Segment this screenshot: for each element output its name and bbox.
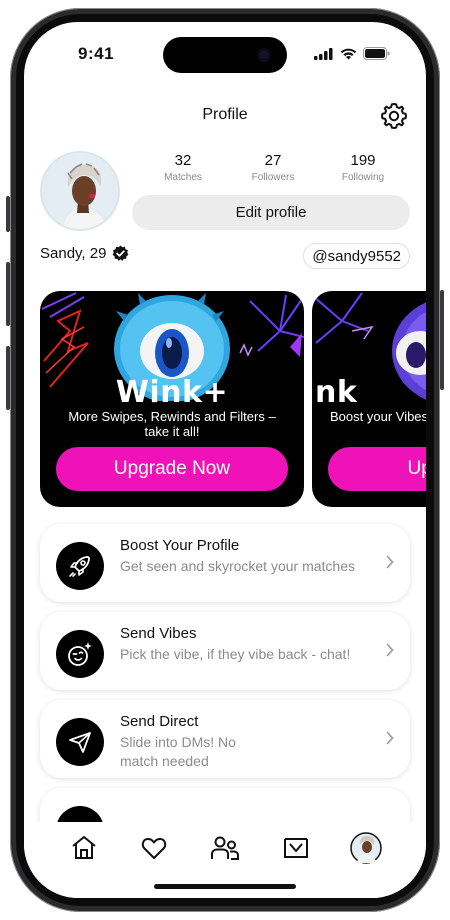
screen: 9:41 Profile 32 Matches 27 Followers 199… [24, 22, 426, 898]
mute-switch [6, 196, 10, 232]
stat-value: 27 [264, 152, 282, 169]
stat-label: Following [341, 172, 385, 183]
status-bar: 9:41 [24, 22, 426, 82]
power-button [440, 290, 444, 390]
dynamic-island [163, 37, 287, 73]
wifi-icon [340, 48, 357, 59]
stat-label: Followers [251, 172, 295, 183]
profile-name: Sandy, 29 [40, 245, 107, 262]
stat-value: 199 [350, 152, 376, 169]
volume-up-button [6, 262, 10, 326]
edit-profile-button[interactable]: Edit profile [132, 195, 410, 230]
promo-brand: Wink+ [115, 375, 229, 410]
chevron-right-icon [386, 643, 394, 657]
stat-following[interactable]: 199 Following [328, 152, 398, 183]
upgrade-now-button[interactable]: Upgrade Now [56, 447, 288, 491]
promo-description: Boost your Vibes [330, 409, 426, 424]
stat-value: 32 [174, 152, 192, 169]
promo-card-wink-plus[interactable]: Wink+ More Swipes, Rewinds and Filters –… [40, 291, 304, 507]
verified-badge-icon [112, 245, 129, 261]
chevron-right-icon [386, 731, 394, 745]
home-indicator[interactable] [154, 884, 296, 889]
chevron-right-icon [386, 555, 394, 569]
profile-avatar [350, 832, 382, 864]
status-time: 9:41 [78, 44, 115, 63]
inbox-icon [284, 838, 308, 858]
signal-icon [314, 47, 333, 60]
people-icon [211, 836, 239, 860]
rocket-icon [56, 542, 104, 590]
feature-title: Send Vibes [120, 625, 197, 642]
wink-face-icon [56, 630, 104, 678]
stat-followers[interactable]: 27 Followers [238, 152, 308, 183]
stat-matches[interactable]: 32 Matches [148, 152, 218, 183]
home-icon [72, 836, 96, 859]
tab-inbox[interactable] [280, 832, 312, 864]
feature-title: Send Direct [120, 713, 199, 730]
promo-description: More Swipes, Rewinds and Filters – take … [68, 409, 276, 439]
promo-brand: Wink [312, 375, 358, 410]
camera-icon [257, 48, 271, 62]
feature-subtitle: Slide into DMs! No match needed [120, 734, 236, 769]
battery-icon [363, 47, 390, 60]
upgrade-button[interactable]: Upgrade [328, 447, 426, 491]
promo-card-secondary[interactable]: Wink Boost your Vibes Upgrade [312, 291, 426, 507]
feature-subtitle: Pick the vibe, if they vibe back - chat! [120, 646, 351, 662]
tab-likes[interactable] [138, 832, 170, 864]
heart-icon [141, 837, 167, 859]
feature-title: Boost Your Profile [120, 537, 240, 554]
profile-name-row: Sandy, 29 [40, 245, 129, 262]
status-icons [314, 47, 390, 60]
tab-home[interactable] [68, 832, 100, 864]
feature-subtitle: Get seen and skyrocket your matches [120, 558, 355, 574]
paper-plane-icon [56, 718, 104, 766]
volume-down-button [6, 346, 10, 410]
feature-boost-profile[interactable]: Boost Your Profile Get seen and skyrocke… [40, 524, 410, 602]
username-handle[interactable]: @sandy9552 [303, 243, 410, 269]
page-title: Profile [202, 106, 248, 123]
promo-carousel[interactable]: Wink+ More Swipes, Rewinds and Filters –… [40, 291, 426, 507]
profile-avatar[interactable] [40, 151, 120, 231]
profile-stats: 32 Matches 27 Followers 199 Following [134, 152, 412, 183]
tab-matches[interactable] [209, 832, 241, 864]
feature-send-vibes[interactable]: Send Vibes Pick the vibe, if they vibe b… [40, 612, 410, 690]
stat-label: Matches [164, 172, 202, 183]
avatar-photo [42, 153, 118, 229]
gear-icon[interactable] [380, 102, 408, 130]
feature-send-direct[interactable]: Send Direct Slide into DMs! No match nee… [40, 700, 410, 778]
tab-profile[interactable] [350, 832, 382, 864]
